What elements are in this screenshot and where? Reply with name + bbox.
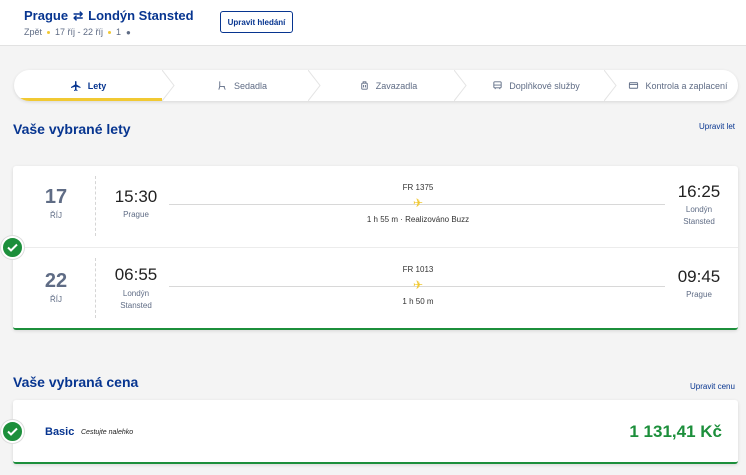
departure-time: 06:55 <box>114 265 158 284</box>
step-separator-icon <box>162 70 175 101</box>
step-extras[interactable]: Doplňkové služby <box>468 70 604 101</box>
edit-flight-link[interactable]: Upravit let <box>699 122 735 131</box>
date-divider <box>95 258 96 318</box>
plane-icon: ✈ <box>412 196 424 210</box>
flight-number: FR 1013 <box>402 265 434 274</box>
step-separator-icon <box>604 70 617 101</box>
flights-card: 17 ŘÍJ 15:30 Prague FR 1375 ✈ 1 h 55 m ·… <box>13 166 738 330</box>
flight-duration: 1 h 50 m <box>402 297 434 306</box>
active-step-indicator <box>14 98 162 101</box>
destination-city: Londýn Stansted <box>88 8 194 23</box>
date-divider <box>95 176 96 236</box>
fare-tagline: Cestujte nalehko <box>81 429 134 436</box>
separator-dot-icon <box>47 30 51 34</box>
trip-type: Zpět <box>24 27 43 37</box>
departure-city: Prague <box>123 210 149 219</box>
flights-selected-check-icon <box>1 236 24 259</box>
booking-stepper: Lety Sedadla Zavazadla Doplňkové služby … <box>14 70 738 101</box>
flight-day: 17 <box>44 186 68 208</box>
trip-summary: Zpět 17 říj - 22 říj 1 ● <box>24 27 131 37</box>
flight-month: ŘÍJ <box>50 211 62 220</box>
flight-row-return[interactable]: 22 ŘÍJ 06:55 Londýn Stansted FR 1013 ✈ 1… <box>13 248 738 328</box>
plane-icon: ✈ <box>412 278 424 292</box>
departure-city-line: Stansted <box>120 301 152 310</box>
separator-dot-icon <box>108 30 112 34</box>
flight-month: ŘÍJ <box>50 295 62 304</box>
plane-icon <box>70 80 81 91</box>
passenger-count: 1 <box>116 27 122 37</box>
step-label: Zavazadla <box>375 80 418 91</box>
trip-dates: 17 říj - 22 říj <box>55 27 104 37</box>
bus-icon <box>493 81 502 90</box>
origin-city: Prague <box>24 8 69 23</box>
step-seats[interactable]: Sedadla <box>176 70 308 101</box>
card-icon <box>629 82 639 89</box>
departure-time: 15:30 <box>114 187 158 206</box>
price-section-title: Vaše vybraná cena <box>13 374 139 390</box>
modify-search-button[interactable]: Upravit hledání <box>220 11 293 33</box>
step-luggage[interactable]: Zavazadla <box>322 70 454 101</box>
route-title: Prague ⇄ Londýn Stansted <box>24 8 194 23</box>
step-label: Doplňkové služby <box>509 80 580 91</box>
person-icon: ● <box>126 27 131 37</box>
arrival-city-line: Stansted <box>683 217 715 226</box>
seat-icon <box>218 81 226 90</box>
step-checkout[interactable]: Kontrola a zaplacení <box>618 70 738 101</box>
arrival-time: 16:25 <box>677 182 721 201</box>
price-card: Basic Cestujte nalehko 1 131,41 Kč <box>13 400 738 464</box>
flights-section-title: Vaše vybrané lety <box>13 121 131 137</box>
arrival-time: 09:45 <box>677 267 721 286</box>
flight-duration: 1 h 55 m · Realizováno Buzz <box>366 215 470 224</box>
flight-row-outbound[interactable]: 17 ŘÍJ 15:30 Prague FR 1375 ✈ 1 h 55 m ·… <box>13 166 738 246</box>
step-flights[interactable]: Lety <box>14 70 162 101</box>
departure-city-line: Londýn <box>122 289 150 298</box>
flight-day: 22 <box>44 270 68 292</box>
arrival-city-line: Londýn <box>685 205 713 214</box>
arrival-city: Londýn Stansted <box>669 204 729 228</box>
round-trip-icon: ⇄ <box>73 8 84 23</box>
arrival-city: Prague <box>686 290 712 299</box>
fare-name: Basic <box>45 426 75 438</box>
step-separator-icon <box>454 70 467 101</box>
edit-price-link[interactable]: Upravit cenu <box>690 382 735 391</box>
flight-number: FR 1375 <box>402 183 434 192</box>
price-selected-check-icon <box>1 420 24 443</box>
step-label: Kontrola a zaplacení <box>645 80 728 91</box>
fare-price: 1 131,41 Kč <box>629 422 722 441</box>
step-label: Sedadla <box>233 80 268 91</box>
step-label: Lety <box>87 80 107 91</box>
header-bar: Prague ⇄ Londýn Stansted Zpět 17 říj - 2… <box>0 0 746 46</box>
step-separator-icon <box>308 70 321 101</box>
departure-city: Londýn Stansted <box>106 288 166 312</box>
luggage-icon <box>361 81 368 90</box>
